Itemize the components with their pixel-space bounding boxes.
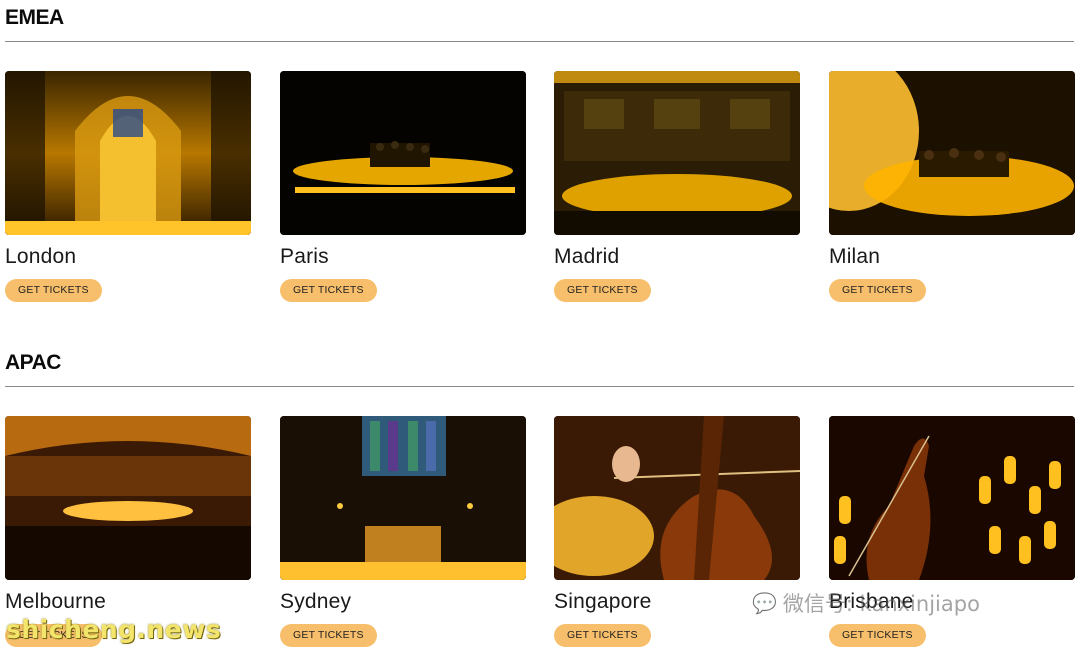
- get-tickets-button[interactable]: GET TICKETS: [5, 279, 102, 302]
- cathedral-candlelight-photo[interactable]: [5, 71, 251, 235]
- section-title-apac: APAC: [5, 351, 61, 374]
- wechat-watermark: 💬 微信号: kanxinjiapo: [752, 588, 980, 618]
- stage-quartet-photo[interactable]: [280, 71, 526, 235]
- wechat-watermark-text: 微信号: kanxinjiapo: [782, 592, 980, 616]
- section-divider: [5, 386, 1074, 387]
- wechat-icon: 💬: [752, 591, 777, 615]
- city-card-london[interactable]: London GET TICKETS: [5, 71, 251, 302]
- get-tickets-button[interactable]: GET TICKETS: [829, 279, 926, 302]
- city-name: Madrid: [554, 245, 620, 268]
- city-card-melbourne[interactable]: Melbourne GET TICKETS: [5, 416, 251, 647]
- city-name: Melbourne: [5, 590, 107, 613]
- get-tickets-button[interactable]: GET TICKETS: [829, 624, 926, 647]
- get-tickets-button[interactable]: GET TICKETS: [554, 624, 651, 647]
- city-card-paris[interactable]: Paris GET TICKETS: [280, 71, 526, 302]
- get-tickets-button[interactable]: GET TICKETS: [554, 279, 651, 302]
- violin-candles-photo[interactable]: [829, 416, 1075, 580]
- hall-candlelight-photo[interactable]: [554, 71, 800, 235]
- section-title-emea: EMEA: [5, 6, 64, 29]
- theatre-candlelight-photo[interactable]: [5, 416, 251, 580]
- get-tickets-button[interactable]: GET TICKETS: [280, 279, 377, 302]
- city-name: Paris: [280, 245, 329, 268]
- quartet-candles-photo[interactable]: [829, 71, 1075, 235]
- church-altar-photo[interactable]: [280, 416, 526, 580]
- city-name: London: [5, 245, 77, 268]
- get-tickets-button[interactable]: GET TICKETS: [280, 624, 377, 647]
- city-name: Milan: [829, 245, 881, 268]
- cello-closeup-photo[interactable]: [554, 416, 800, 580]
- city-card-madrid[interactable]: Madrid GET TICKETS: [554, 71, 800, 302]
- city-card-sydney[interactable]: Sydney GET TICKETS: [280, 416, 526, 647]
- city-card-milan[interactable]: Milan GET TICKETS: [829, 71, 1075, 302]
- city-name: Sydney: [280, 590, 352, 613]
- site-watermark: shicheng.news: [6, 615, 222, 644]
- section-divider: [5, 41, 1074, 42]
